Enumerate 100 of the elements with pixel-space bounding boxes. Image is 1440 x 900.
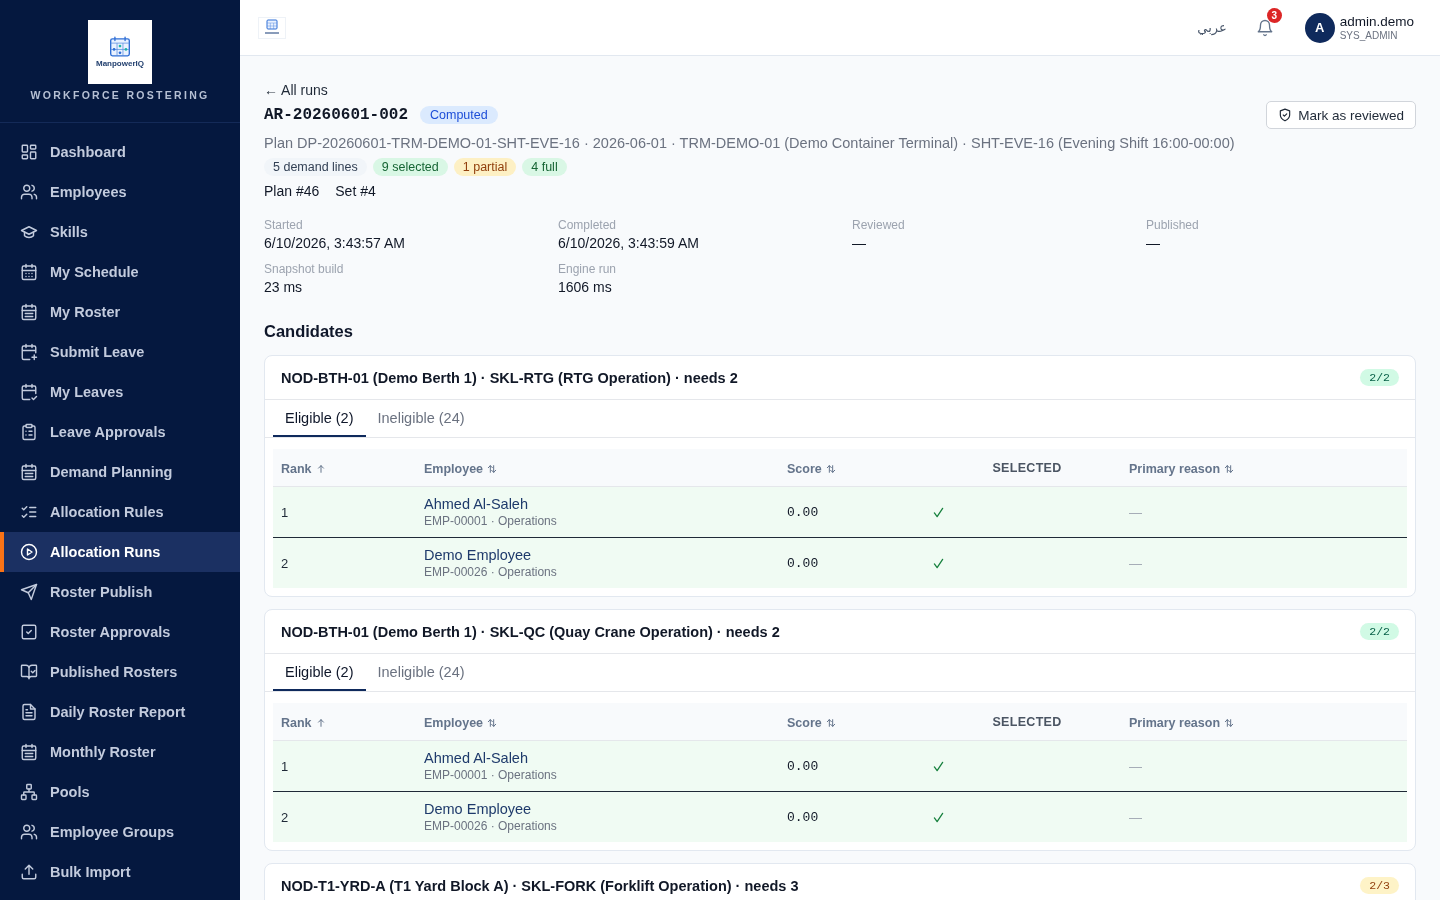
fill-badge: 2/2: [1360, 623, 1399, 640]
sidebar-item[interactable]: My Roster: [0, 292, 240, 332]
sidebar-item[interactable]: My Leaves: [0, 372, 240, 412]
stat-label: Engine run: [558, 261, 618, 277]
sidebar-item[interactable]: Allocation Runs: [0, 532, 240, 572]
employee-name[interactable]: Demo Employee: [424, 800, 532, 818]
sidebar-item[interactable]: Monthly Roster: [0, 732, 240, 772]
column-header: SELECTED: [992, 460, 1062, 475]
book-icon: [20, 663, 38, 681]
sidebar-item[interactable]: Skills: [0, 212, 240, 252]
sidebar-item[interactable]: Demand Planning: [0, 452, 240, 492]
calendar-plus-icon: [20, 343, 38, 361]
plan-description: Plan DP-20260601-TRM-DEMO-01-SHT-EVE-16 · 2026-06-01 · TRM-DEMO-01 (Demo Container Terminal) · SHT-EVE-16 (Evening Shift 16:00-00:00): [264, 134, 1236, 153]
table-row[interactable]: 2 Demo Employee EMP-00026 · Operations 0.00 —: [273, 791, 1407, 842]
column-header[interactable]: Primary reason: [1129, 715, 1235, 730]
fill-badge: 2/3: [1360, 877, 1399, 894]
app-subtitle: WORKFORCE ROSTERING: [30, 89, 210, 102]
language-toggle[interactable]: عربي: [1197, 20, 1227, 35]
document-icon: [20, 703, 38, 721]
sort-icon: [825, 717, 836, 728]
sort-icon: [1224, 717, 1235, 728]
requirement-title: NOD-BTH-01 (Demo Berth 1) · SKL-RTG (RTG Operation) · needs 2: [281, 369, 738, 386]
employee-name[interactable]: Ahmed Al-Saleh: [424, 495, 528, 513]
sidebar-item[interactable]: Leave Approvals: [0, 412, 240, 452]
play-icon: [20, 543, 38, 561]
sidebar-item[interactable]: Submit Leave: [0, 332, 240, 372]
notification-count: 3: [1266, 7, 1282, 23]
employee-meta: EMP-00026 · Operations: [424, 564, 557, 580]
column-header[interactable]: Rank: [281, 461, 326, 476]
column-header[interactable]: Employee: [424, 461, 498, 476]
column-header[interactable]: Score: [787, 461, 836, 476]
sort-icon: [825, 463, 836, 474]
sort-icon: [487, 717, 498, 728]
upload-icon: [20, 863, 38, 881]
user-avatar[interactable]: A: [1304, 12, 1335, 43]
summary-chip: 9 selected: [372, 158, 448, 176]
stat-value: —: [1146, 234, 1161, 253]
sidebar-item[interactable]: Roster Publish: [0, 572, 240, 612]
employee-name[interactable]: Demo Employee: [424, 546, 532, 564]
sidebar-item[interactable]: Dashboard: [0, 132, 240, 172]
table-row[interactable]: 1 Ahmed Al-Saleh EMP-00001 · Operations 0.00 —: [273, 741, 1407, 791]
sort-ascending-icon: [315, 463, 326, 474]
run-id: AR-20260601-002: [264, 106, 409, 124]
sidebar-item[interactable]: Published Rosters: [0, 652, 240, 692]
column-header[interactable]: Rank: [281, 715, 326, 730]
employee-name[interactable]: Ahmed Al-Saleh: [424, 749, 528, 767]
logo-wordmark: ManpowerIQ: [96, 58, 144, 69]
stat-value: 6/10/2026, 3:43:59 AM: [558, 234, 700, 253]
back-link[interactable]: ← All runs: [264, 80, 328, 100]
employee-meta: EMP-00001 · Operations: [424, 513, 557, 529]
section-title: Candidates: [264, 321, 354, 342]
rank-cell: 1: [281, 758, 289, 774]
stat-value: 23 ms: [264, 278, 304, 297]
column-header[interactable]: Primary reason: [1129, 461, 1235, 476]
employee-meta: EMP-00001 · Operations: [424, 767, 557, 783]
stat-label: Started: [264, 217, 304, 233]
tab[interactable]: Eligible (2): [273, 400, 366, 437]
sidebar-item[interactable]: Daily Roster Report: [0, 692, 240, 732]
stat-value: 1606 ms: [558, 278, 613, 297]
rank-cell: 2: [281, 809, 289, 825]
status-badge: Computed: [420, 106, 498, 124]
calendar-icon: [20, 263, 38, 281]
clipboard-icon: [20, 423, 38, 441]
column-header[interactable]: Score: [787, 715, 836, 730]
sidebar-item[interactable]: Roster Approvals: [0, 612, 240, 652]
calendar-icon: [20, 743, 38, 761]
reason-cell: —: [1129, 504, 1142, 520]
calendar-check-icon: [20, 383, 38, 401]
requirement-title: NOD-BTH-01 (Demo Berth 1) · SKL-QC (Quay Crane Operation) · needs 2: [281, 623, 780, 640]
tab[interactable]: Ineligible (24): [365, 654, 477, 691]
stat-label: Completed: [558, 217, 618, 233]
bell-icon[interactable]: [1255, 18, 1274, 37]
sidebar-item[interactable]: Allocation Rules: [0, 492, 240, 532]
rank-cell: 1: [281, 504, 289, 520]
score-cell: 0.00: [787, 809, 819, 825]
employee-meta: EMP-00026 · Operations: [424, 818, 557, 834]
sidebar-item[interactable]: My Schedule: [0, 252, 240, 292]
calendar-icon: [20, 303, 38, 321]
column-header[interactable]: Employee: [424, 715, 498, 730]
checkbox-icon: [20, 623, 38, 641]
sort-ascending-icon: [315, 717, 326, 728]
sidebar-item[interactable]: Bulk Import: [0, 852, 240, 892]
tab[interactable]: Ineligible (24): [365, 400, 477, 437]
table-row[interactable]: 2 Demo Employee EMP-00026 · Operations 0.00 —: [273, 537, 1407, 588]
sidebar-item[interactable]: Employees: [0, 172, 240, 212]
tab[interactable]: Eligible (2): [273, 654, 366, 691]
stat-value: 6/10/2026, 3:43:57 AM: [264, 234, 406, 253]
table-row[interactable]: 1 Ahmed Al-Saleh EMP-00001 · Operations 0.00 —: [273, 487, 1407, 537]
logo-icon[interactable]: [258, 16, 286, 39]
sidebar-item[interactable]: Employee Groups: [0, 812, 240, 852]
mark-reviewed-button[interactable]: Mark as reviewed: [1266, 101, 1416, 129]
stat-label: Reviewed: [852, 217, 906, 233]
paper-plane-icon: [20, 583, 38, 601]
fill-badge: 2/2: [1360, 369, 1399, 386]
score-cell: 0.00: [787, 758, 819, 774]
sidebar-item[interactable]: Pools: [0, 772, 240, 812]
column-header: SELECTED: [992, 714, 1062, 729]
stat-value: —: [852, 234, 867, 253]
score-cell: 0.00: [787, 555, 819, 571]
summary-chip: 4 full: [522, 158, 567, 176]
